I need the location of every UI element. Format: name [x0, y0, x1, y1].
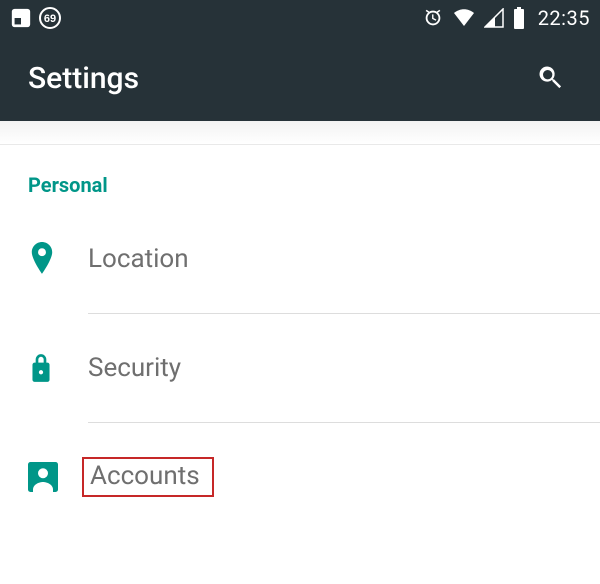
search-icon: [536, 63, 564, 94]
settings-item-label: Location: [88, 244, 189, 274]
status-bar-left: 69: [10, 6, 62, 30]
settings-list: Location Security Accounts: [0, 205, 600, 531]
cellular-signal-icon: [484, 8, 504, 28]
status-clock: 22:35: [538, 6, 590, 30]
status-bar-right: 22:35: [422, 6, 590, 30]
battery-icon: [512, 7, 526, 29]
section-header-personal: Personal: [0, 145, 600, 205]
appbar-shadow: [0, 121, 600, 145]
calendar-notification-icon: [10, 7, 32, 29]
alarm-icon: [422, 7, 444, 29]
settings-item-location[interactable]: Location: [0, 205, 600, 313]
highlight-box: Accounts: [82, 457, 214, 497]
lock-icon: [28, 352, 88, 384]
status-bar: 69 22:35: [0, 0, 600, 36]
settings-item-security[interactable]: Security: [0, 314, 600, 422]
settings-item-accounts[interactable]: Accounts: [0, 423, 600, 531]
wifi-icon: [452, 7, 476, 29]
badge-notification-icon: 69: [38, 6, 62, 30]
settings-item-label: Accounts: [90, 461, 200, 491]
badge-value: 69: [44, 13, 56, 25]
location-pin-icon: [28, 242, 88, 276]
search-button[interactable]: [528, 55, 572, 102]
page-title: Settings: [28, 61, 139, 96]
settings-item-label: Security: [88, 353, 181, 383]
app-bar: Settings: [0, 36, 600, 121]
person-box-icon: [28, 462, 88, 492]
